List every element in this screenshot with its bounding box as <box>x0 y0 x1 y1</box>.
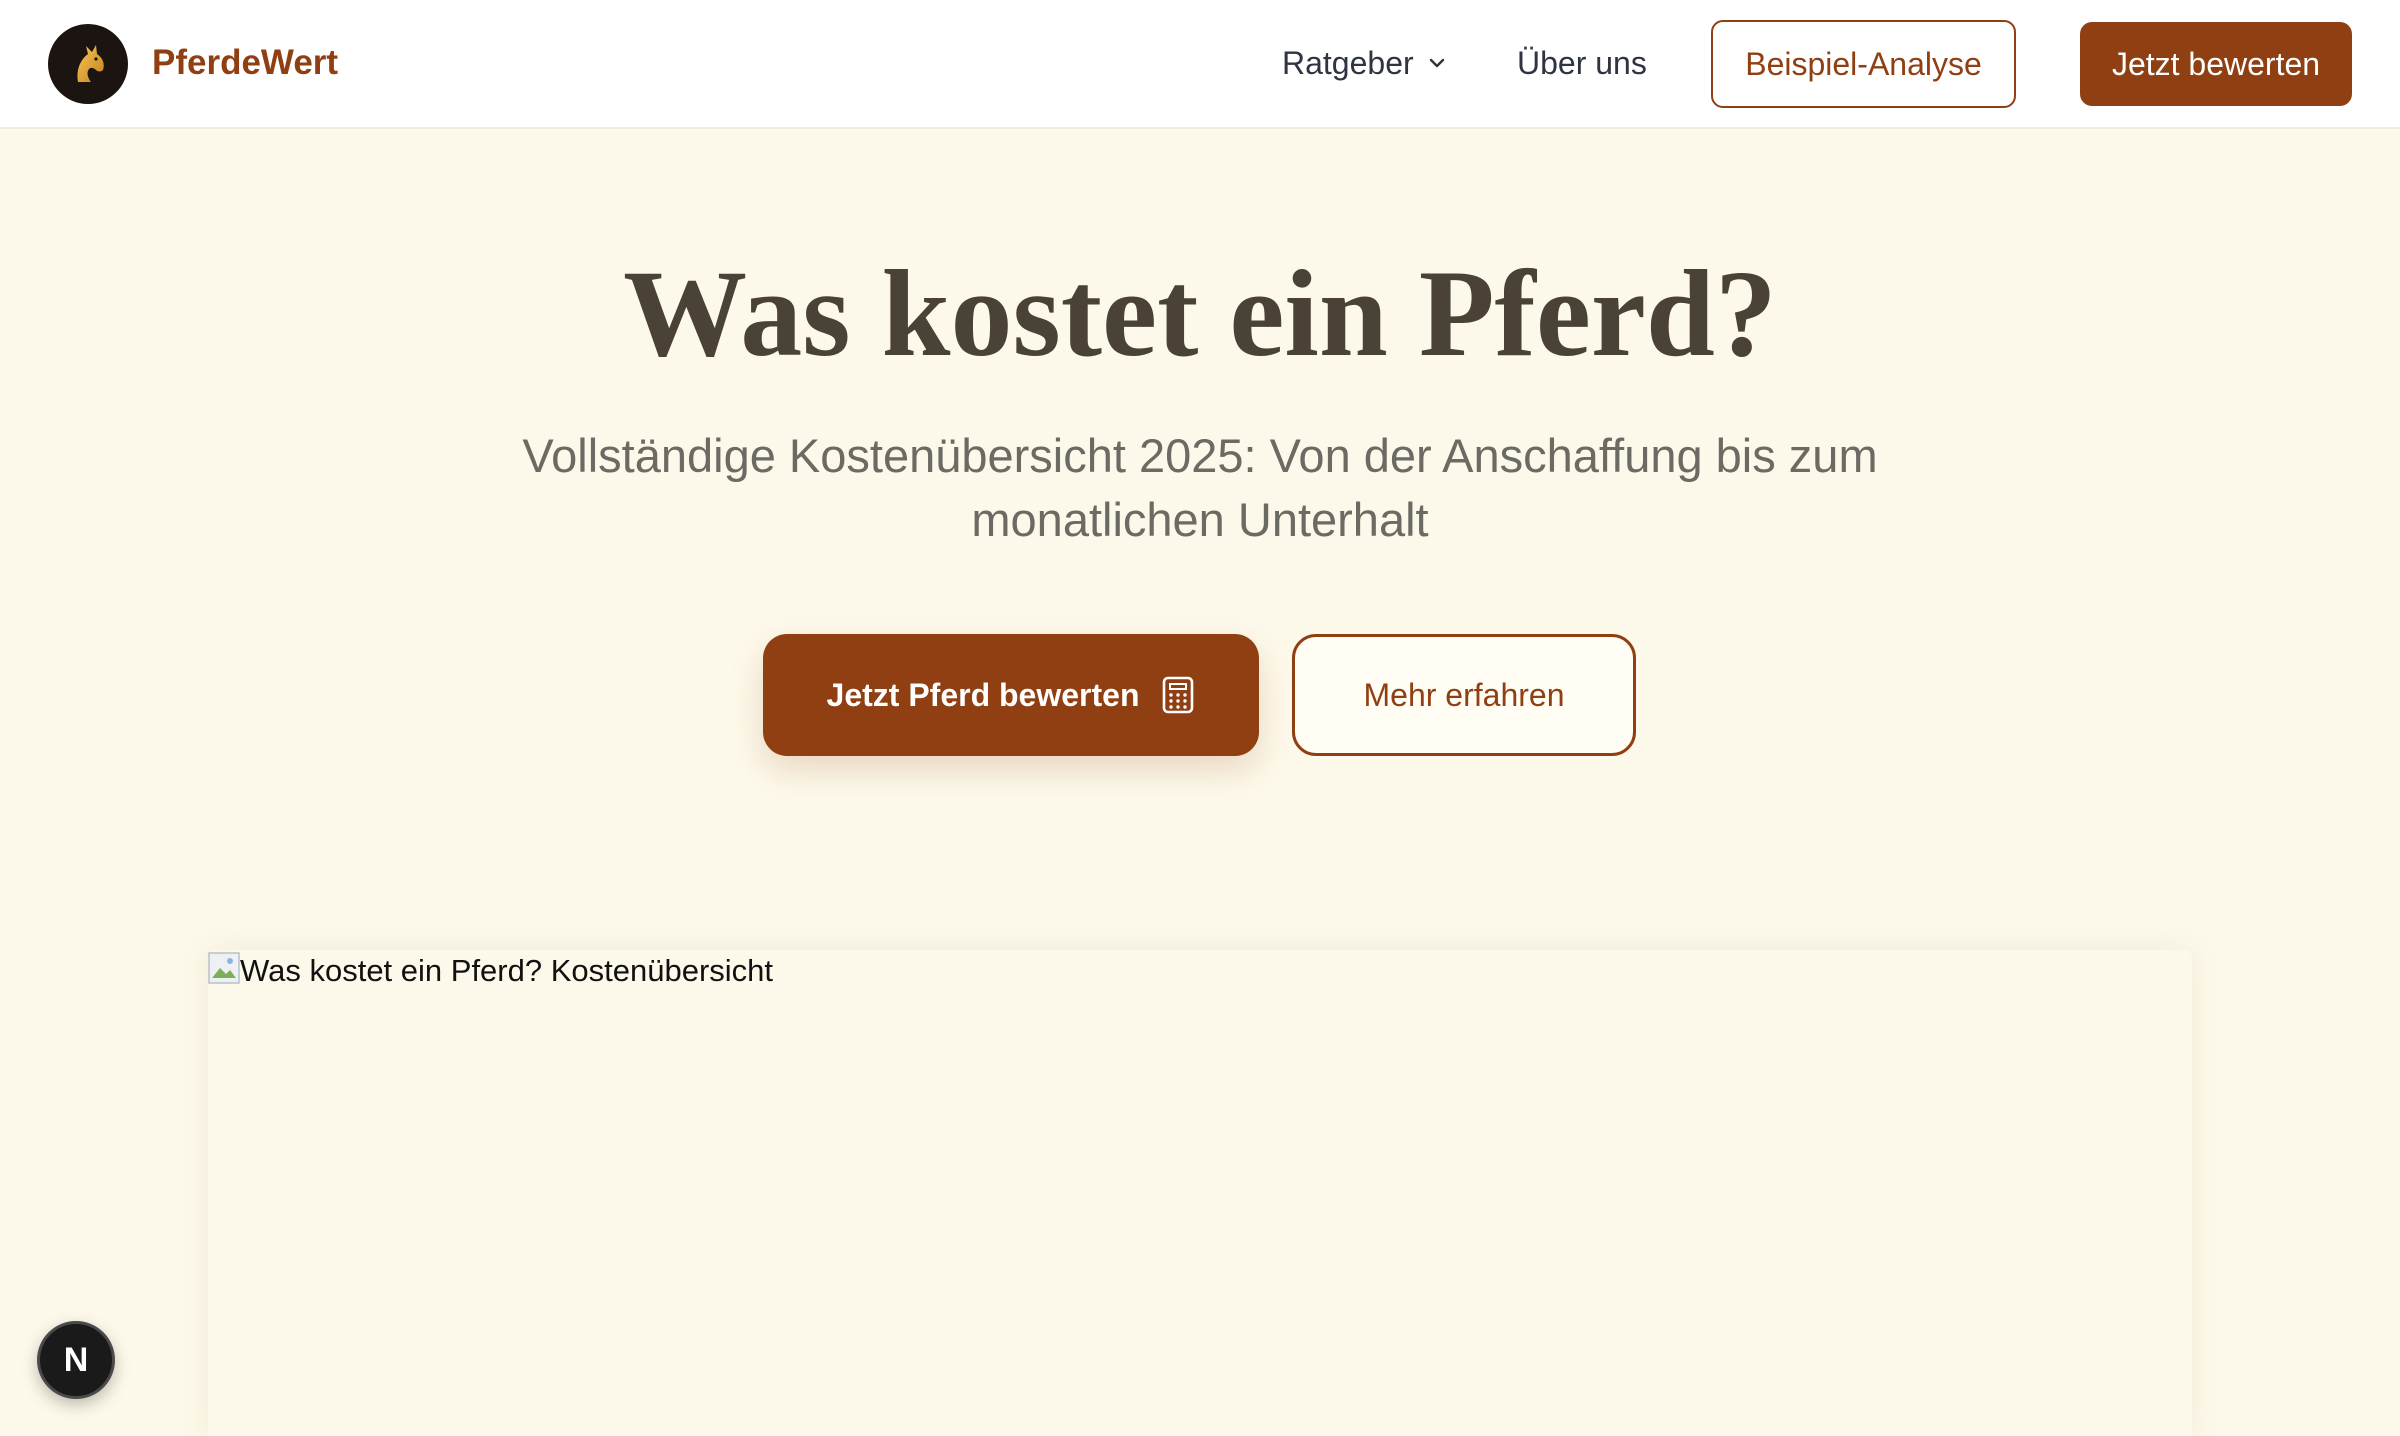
site-header: PferdeWert Ratgeber Über uns Beispiel-An… <box>0 0 2400 129</box>
page-title: Was kostet ein Pferd? <box>623 245 1777 382</box>
horse-head-icon[interactable] <box>48 24 128 104</box>
calculator-icon <box>1163 676 1194 714</box>
nav-ueber-uns-link[interactable]: Über uns <box>1517 42 1647 84</box>
page-subtitle: Vollständige Kostenübersicht 2025: Von d… <box>522 429 1878 546</box>
broken-image-icon <box>208 952 240 984</box>
jetzt-bewerten-button[interactable]: Jetzt bewerten <box>2080 22 2352 106</box>
jetzt-pferd-bewerten-button[interactable]: Jetzt Pferd bewerten <box>763 634 1259 756</box>
nav-ratgeber-dropdown[interactable]: Ratgeber <box>1282 42 1448 84</box>
chevron-down-icon <box>1429 58 1444 68</box>
beispiel-analyse-button[interactable]: Beispiel-Analyse <box>1711 20 2016 108</box>
image-alt-text: Was kostet ein Pferd? Kostenübersicht <box>240 953 774 988</box>
nav-ratgeber-label: Ratgeber <box>1282 45 1414 81</box>
broken-image: Was kostet ein Pferd? Kostenübersicht <box>208 950 773 992</box>
mehr-erfahren-button[interactable]: Mehr erfahren <box>1292 634 1636 756</box>
cost-overview-image: Was kostet ein Pferd? Kostenübersicht <box>208 950 2192 1436</box>
cta-primary-label: Jetzt Pferd bewerten <box>826 676 1140 713</box>
dev-tools-badge[interactable]: N <box>37 1321 115 1399</box>
brand-name[interactable]: PferdeWert <box>152 42 338 84</box>
